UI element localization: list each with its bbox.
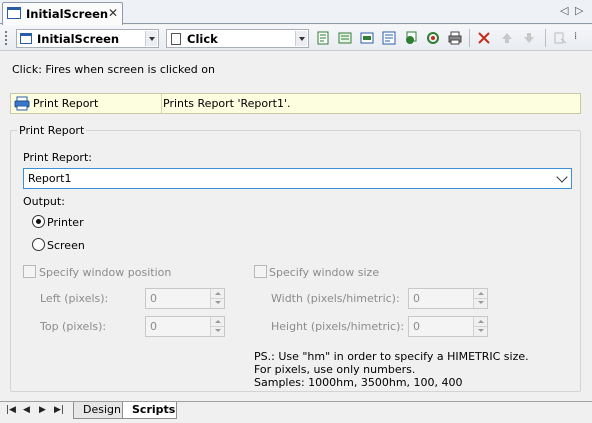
cursor-icon <box>171 33 181 45</box>
width-label: Width (pixels/himetric): <box>271 292 400 305</box>
next-page-icon[interactable]: ▶ <box>39 405 46 415</box>
note-line-1: PS.: Use "hm" in order to specify a HIME… <box>254 350 529 363</box>
properties-icon <box>382 31 396 45</box>
left-pixels-stepper[interactable]: 0 <box>145 288 225 309</box>
screen-select[interactable]: InitialScreen <box>16 29 159 48</box>
edit-action-icon <box>360 32 374 44</box>
note-line-3: Samples: 1000hm, 3500hm, 100, 400 <box>254 376 463 389</box>
action-list-row[interactable]: Print Report Prints Report 'Report1'. <box>10 93 581 114</box>
toolbar-separator <box>545 29 546 47</box>
tab-scripts-label: Scripts <box>132 403 176 416</box>
run-action-button[interactable] <box>402 29 420 47</box>
height-label: Height (pixels/himetric): <box>271 320 405 333</box>
screen-select-value: InitialScreen <box>37 32 120 46</box>
event-description: Click: Fires when screen is clicked on <box>12 63 215 76</box>
output-screen-label[interactable]: Screen <box>47 239 85 252</box>
export-icon <box>554 32 567 44</box>
print-button[interactable] <box>446 29 464 47</box>
event-select-value: Click <box>187 32 218 46</box>
output-printer-label[interactable]: Printer <box>47 216 84 229</box>
note-line-2: For pixels, use only numbers. <box>254 363 416 376</box>
top-pixels-value: 0 <box>150 320 157 333</box>
tab-design-label: Design <box>83 403 121 416</box>
report-select-value: Report1 <box>28 172 72 185</box>
chevron-down-icon[interactable] <box>145 31 157 46</box>
printer-icon <box>14 96 30 111</box>
report-label: Print Report: <box>23 151 92 164</box>
height-stepper[interactable]: 0 <box>408 316 488 337</box>
refresh-icon <box>427 32 439 44</box>
run-action-icon <box>406 31 417 44</box>
window-position-checkbox[interactable] <box>23 265 36 278</box>
first-page-icon[interactable]: |◀ <box>6 405 16 415</box>
top-pixels-stepper[interactable]: 0 <box>145 316 225 337</box>
new-action-icon <box>317 31 329 45</box>
tab-design[interactable]: Design <box>73 402 125 419</box>
chevron-down-icon[interactable] <box>295 31 307 46</box>
toolbar-grip[interactable] <box>5 31 8 45</box>
width-value: 0 <box>413 292 420 305</box>
screen-icon <box>20 33 32 44</box>
last-page-icon[interactable]: ▶| <box>54 405 64 415</box>
insert-action-button[interactable] <box>336 29 354 47</box>
insert-action-icon <box>338 32 352 44</box>
window-size-checkbox[interactable] <box>254 265 267 278</box>
edit-action-button[interactable] <box>358 29 376 47</box>
height-value: 0 <box>413 320 420 333</box>
left-pixels-label: Left (pixels): <box>40 292 109 305</box>
delete-button[interactable] <box>475 29 493 47</box>
left-pixels-value: 0 <box>150 292 157 305</box>
move-down-button[interactable] <box>520 29 538 47</box>
group-title: Print Report <box>17 124 87 137</box>
delete-icon <box>478 32 490 44</box>
screen-icon <box>7 7 21 19</box>
top-pixels-label: Top (pixels): <box>40 320 107 333</box>
output-printer-radio[interactable] <box>32 215 45 228</box>
move-down-icon <box>524 33 534 43</box>
output-screen-radio[interactable] <box>32 238 45 251</box>
new-action-button[interactable] <box>314 29 332 47</box>
document-tab-initialscreen[interactable]: InitialScreen ✕ <box>2 2 123 25</box>
width-stepper[interactable]: 0 <box>408 288 488 309</box>
action-description: Prints Report 'Report1'. <box>163 97 291 110</box>
column-divider <box>161 94 162 113</box>
toolbar-separator <box>469 29 470 47</box>
export-button[interactable] <box>551 29 569 47</box>
refresh-button[interactable] <box>424 29 442 47</box>
tab-scroll-right-icon[interactable]: ▷ <box>575 4 583 17</box>
window-size-label: Specify window size <box>269 266 380 279</box>
chevron-down-icon[interactable] <box>556 171 568 183</box>
previous-page-icon[interactable]: ◀ <box>23 405 30 415</box>
action-name: Print Report <box>33 97 99 110</box>
close-icon[interactable]: ✕ <box>108 6 118 20</box>
properties-button[interactable] <box>380 29 398 47</box>
move-up-icon <box>502 33 512 43</box>
event-select[interactable]: Click <box>166 29 309 48</box>
window-position-label: Specify window position <box>39 266 172 279</box>
toolbar-overflow-icon[interactable]: ⁞ <box>574 31 577 42</box>
move-up-button[interactable] <box>498 29 516 47</box>
tab-scripts[interactable]: Scripts <box>122 402 177 419</box>
output-label: Output: <box>23 195 65 208</box>
document-tab-title: InitialScreen <box>26 7 109 21</box>
print-icon <box>448 31 462 45</box>
report-select[interactable]: Report1 <box>23 168 572 189</box>
tab-scroll-left-icon[interactable]: ◁ <box>560 4 568 17</box>
